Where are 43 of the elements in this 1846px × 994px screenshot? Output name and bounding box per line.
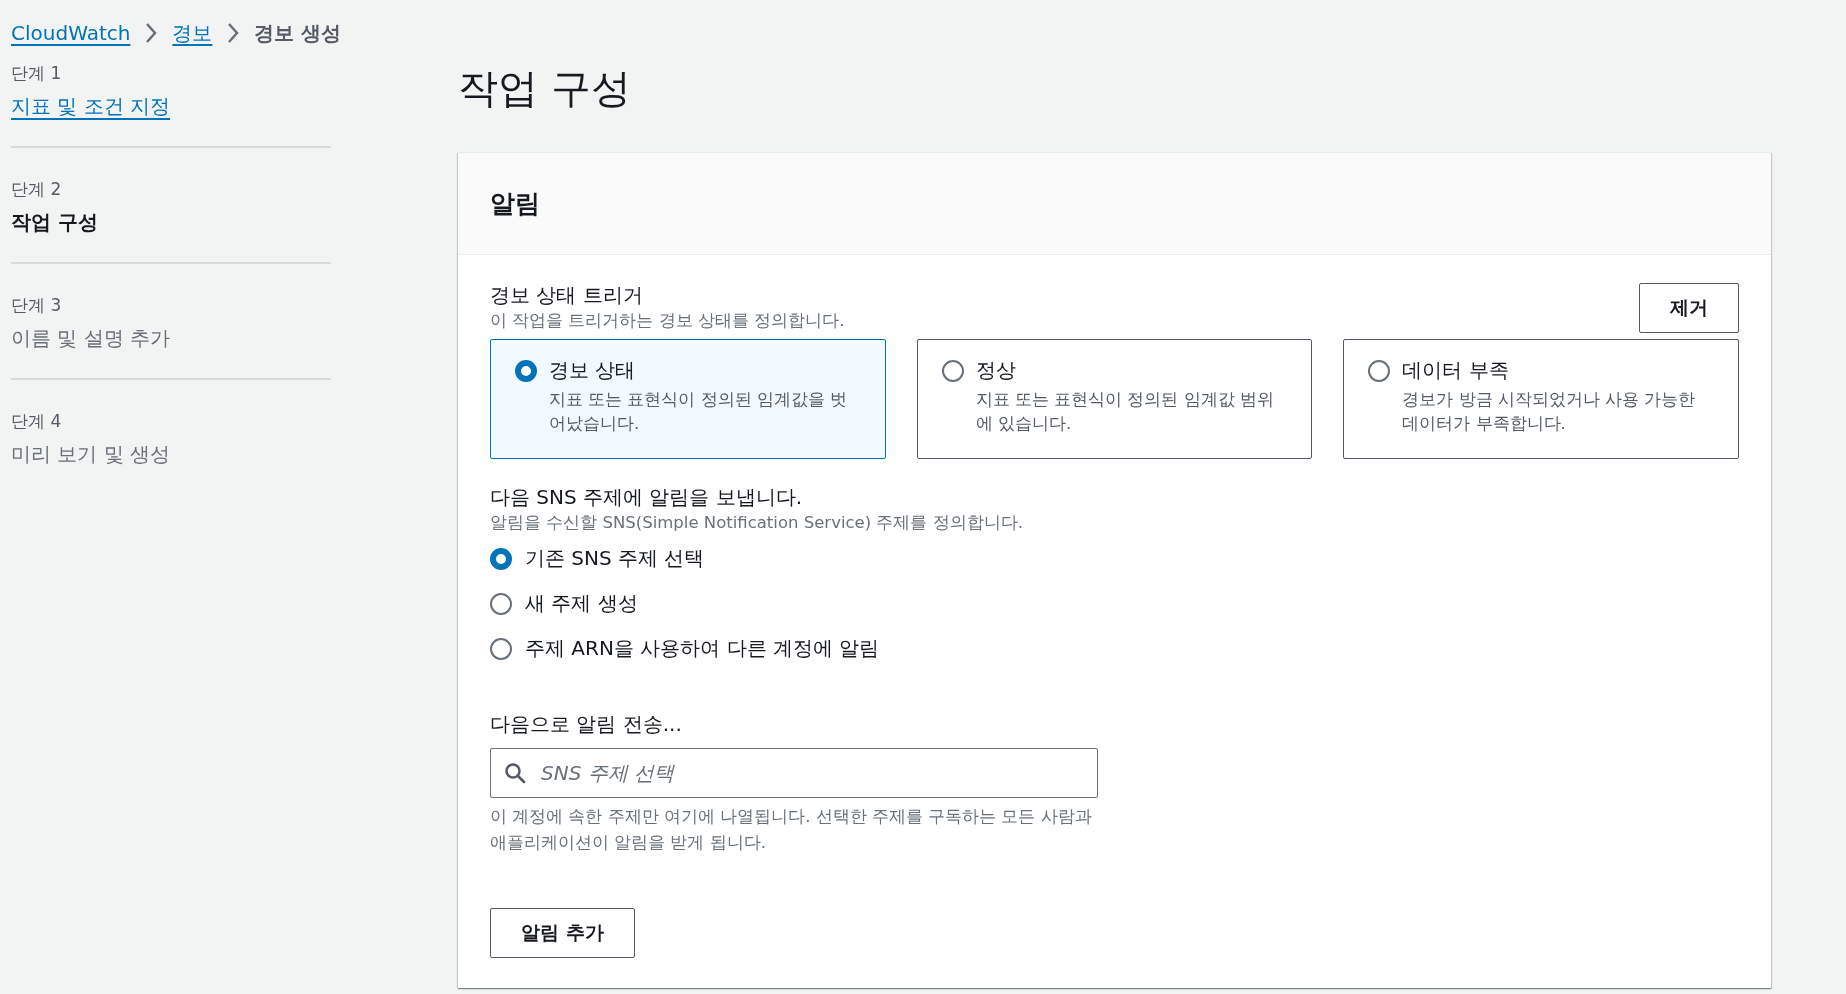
breadcrumb-link[interactable]: CloudWatch: [11, 21, 131, 45]
tile-description: 지표 또는 표현식이 정의된 임계값을 벗어났습니다.: [549, 389, 849, 435]
tile-description: 지표 또는 표현식이 정의된 임계값 범위에 있습니다.: [975, 389, 1275, 435]
step-link[interactable]: 지표 및 조건 지정: [11, 93, 171, 120]
radio-button[interactable]: [490, 637, 512, 660]
page-title: 작업 구성: [458, 64, 632, 113]
field-description: 이 작업을 트리거하는 경보 상태를 정의합니다.: [490, 310, 845, 332]
breadcrumb-current-page: 경보 생성: [254, 19, 342, 47]
tile-title: 경보 상태: [549, 357, 637, 384]
tile-title: 데이터 부족: [1402, 357, 1510, 384]
radio-icon: [1368, 360, 1391, 382]
add-notification-button[interactable]: 알림 추가: [490, 908, 635, 958]
chevron-right-icon: [144, 22, 159, 44]
chevron-right-icon: [226, 22, 241, 44]
search-field[interactable]: SNS 주제 선택: [490, 748, 1098, 798]
radio-icon: [515, 360, 537, 382]
field-hint: 이 계정에 속한 주제만 여기에 나열됩니다. 선택한 주제를 구독하는 모든 사람과 애플리케이션이 알림을 받게 됩니다.: [490, 806, 1093, 854]
step-number: 단계 4: [11, 410, 62, 433]
radio-button[interactable]: [490, 547, 512, 570]
radio-label: 기존 SNS 주제 선택: [525, 545, 705, 572]
field-label: 경보 상태 트리거: [490, 282, 644, 309]
field-description: 알림을 수신할 SNS(Simple Notification Service) 주제를 정의합니다.: [490, 512, 1024, 534]
search-icon: [504, 762, 526, 784]
field-label: 다음 SNS 주제에 알림을 보냅니다.: [490, 484, 804, 511]
tile-title: 정상: [975, 357, 1017, 384]
panel-title: 알림: [490, 188, 540, 220]
radio-label: 주제 ARN을 사용하여 다른 계정에 알림: [525, 635, 880, 662]
radio-tile[interactable]: 정상 지표 또는 표현식이 정의된 임계값 범위에 있습니다.: [916, 339, 1313, 459]
step-number: 단계 1: [11, 62, 62, 85]
radio-icon: [941, 360, 964, 382]
step-name: 이름 및 설명 추가: [11, 325, 171, 352]
field-label: 다음으로 알림 전송...: [490, 711, 683, 738]
radio-tile[interactable]: 경보 상태 지표 또는 표현식이 정의된 임계값을 벗어났습니다.: [490, 339, 886, 459]
step-number: 단계 2: [11, 178, 62, 201]
step-name: 미리 보기 및 생성: [11, 441, 171, 468]
radio-button[interactable]: [490, 592, 512, 615]
radio-tile[interactable]: 데이터 부족 경보가 방금 시작되었거나 사용 가능한 데이터가 부족합니다.: [1343, 339, 1739, 459]
step-number: 단계 3: [11, 294, 62, 317]
tile-description: 경보가 방금 시작되었거나 사용 가능한 데이터가 부족합니다.: [1402, 389, 1697, 435]
step-name: 작업 구성: [11, 209, 98, 236]
remove-button[interactable]: 제거: [1639, 283, 1739, 333]
radio-label: 새 주제 생성: [525, 590, 638, 617]
breadcrumb-link[interactable]: 경보: [172, 19, 213, 47]
